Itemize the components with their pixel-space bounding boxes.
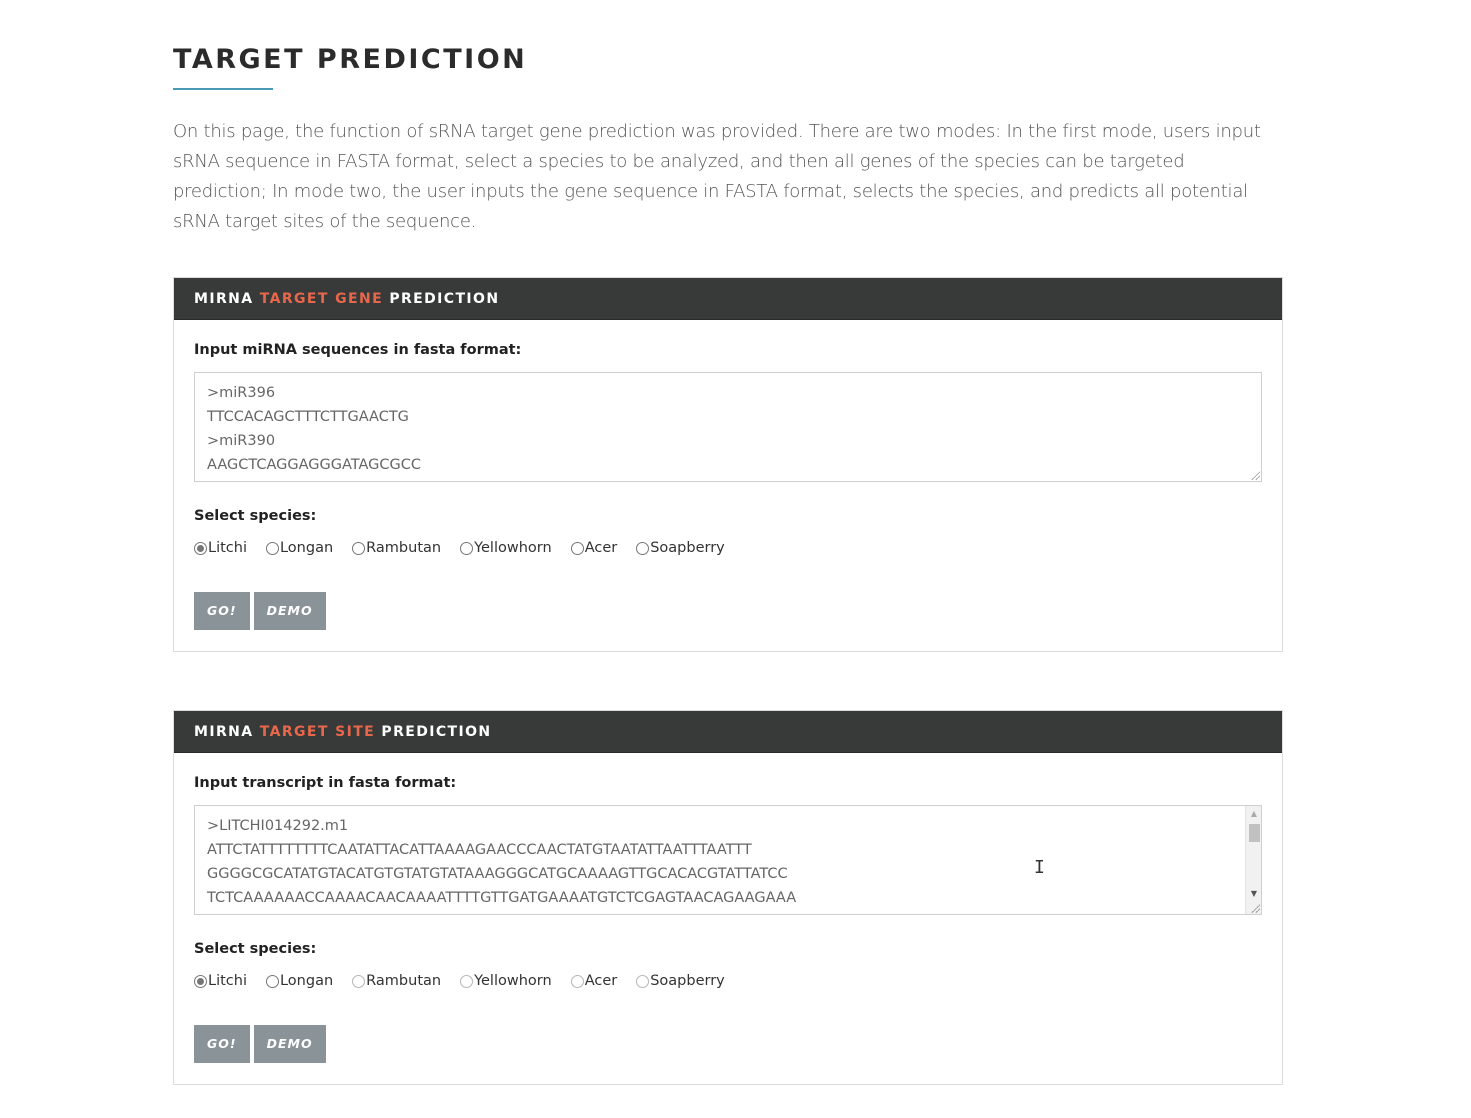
- species-label-text: Soapberry: [650, 540, 725, 556]
- title-underline: [173, 88, 273, 90]
- page-title: TARGET PREDICTION: [173, 44, 528, 75]
- scroll-down-arrow-icon[interactable]: ▼: [1246, 886, 1261, 902]
- species-option-litchi[interactable]: Litchi: [194, 973, 247, 989]
- species-label: Select species:: [194, 941, 317, 957]
- panel-title-accent: TARGET GENE: [259, 291, 384, 307]
- text-cursor-icon: I: [1034, 857, 1045, 878]
- button-row: GO! DEMO: [194, 592, 330, 630]
- species-label-text: Soapberry: [650, 973, 725, 989]
- species-option-soapberry[interactable]: Soapberry: [636, 540, 725, 556]
- intro-text: On this page, the function of sRNA targe…: [173, 121, 1261, 232]
- species-option-yellowhorn[interactable]: Yellowhorn: [460, 540, 552, 556]
- radio-icon[interactable]: [460, 974, 474, 988]
- go-button[interactable]: GO!: [194, 1025, 250, 1063]
- species-option-longan[interactable]: Longan: [265, 540, 334, 556]
- demo-button[interactable]: DEMO: [253, 1025, 326, 1063]
- demo-button[interactable]: DEMO: [253, 592, 326, 630]
- sequence-line: TCTCAAAAAACCAAAACAACAAAATTTTGTTGATGAAAAT…: [207, 890, 797, 906]
- species-label-text: Litchi: [208, 973, 247, 989]
- radio-checked-icon[interactable]: [194, 541, 207, 555]
- species-option-acer[interactable]: Acer: [570, 973, 618, 989]
- species-label-text: Yellowhorn: [474, 540, 552, 556]
- radio-icon[interactable]: [265, 974, 279, 988]
- species-option-soapberry[interactable]: Soapberry: [636, 973, 725, 989]
- target-site-panel: MIRNA TARGET SITE PREDICTION Input trans…: [173, 710, 1283, 1085]
- species-label-text: Litchi: [208, 540, 247, 556]
- species-label-text: Longan: [279, 973, 334, 989]
- species-option-rambutan[interactable]: Rambutan: [352, 973, 441, 989]
- radio-icon[interactable]: [352, 974, 366, 988]
- transcript-sequence-textarea[interactable]: >LITCHI014292.m1 ATTCTATTTTTTTTCAATATTAC…: [194, 805, 1262, 915]
- sequence-line: ATTCTATTTTTTTTCAATATTACATTAAAAGAACCCAACT…: [207, 842, 752, 858]
- sequence-line: >miR390: [207, 433, 276, 449]
- panel-title-accent: TARGET SITE: [259, 724, 376, 740]
- species-option-longan[interactable]: Longan: [265, 973, 334, 989]
- go-button[interactable]: GO!: [194, 592, 250, 630]
- species-option-litchi[interactable]: Litchi: [194, 540, 247, 556]
- radio-icon[interactable]: [570, 541, 584, 555]
- species-label-text: Acer: [584, 540, 618, 556]
- species-radio-group: Litchi Longan Rambutan Yellowhorn Acer S…: [194, 540, 744, 556]
- radio-icon[interactable]: [636, 541, 650, 555]
- sequence-line: AAGCTCAGGAGGGATAGCGCC: [207, 457, 422, 473]
- sequence-line: >miR396: [207, 385, 276, 401]
- species-label-text: Longan: [279, 540, 334, 556]
- scroll-thumb[interactable]: [1249, 824, 1260, 842]
- sequence-line: >LITCHI014292.m1: [207, 818, 349, 834]
- species-option-yellowhorn[interactable]: Yellowhorn: [460, 973, 552, 989]
- sequence-line: GGGGCGCATATGTACATGTGTATGTATAAAGGGCATGCAA…: [207, 866, 788, 882]
- mirna-sequence-textarea[interactable]: >miR396 TTCCACAGCTTTCTTGAACTG >miR390 AA…: [194, 372, 1262, 482]
- sequence-line: TTCCACAGCTTTCTTGAACTG: [207, 409, 409, 425]
- radio-icon[interactable]: [460, 541, 474, 555]
- target-gene-panel: MIRNA TARGET GENE PREDICTION Input miRNA…: [173, 277, 1283, 652]
- species-label-text: Rambutan: [366, 973, 442, 989]
- radio-icon[interactable]: [636, 974, 650, 988]
- button-row: GO! DEMO: [194, 1025, 330, 1063]
- panel-title-suffix: PREDICTION: [381, 724, 492, 740]
- radio-icon[interactable]: [570, 974, 584, 988]
- species-radio-group: Litchi Longan Rambutan Yellowhorn Acer S…: [194, 973, 744, 989]
- species-label-text: Rambutan: [366, 540, 442, 556]
- species-label-text: Yellowhorn: [474, 973, 552, 989]
- panel-header: MIRNA TARGET GENE PREDICTION: [174, 278, 1282, 320]
- species-label: Select species:: [194, 508, 317, 524]
- panel-title-prefix: MIRNA: [194, 724, 254, 740]
- panel-header: MIRNA TARGET SITE PREDICTION: [174, 711, 1282, 753]
- resize-grip-icon[interactable]: [1250, 470, 1260, 480]
- radio-icon[interactable]: [352, 541, 366, 555]
- scroll-up-arrow-icon[interactable]: ▲: [1246, 806, 1261, 822]
- species-label-text: Acer: [584, 973, 618, 989]
- species-option-acer[interactable]: Acer: [570, 540, 618, 556]
- species-option-rambutan[interactable]: Rambutan: [352, 540, 441, 556]
- transcript-input-label: Input transcript in fasta format:: [194, 775, 457, 791]
- resize-grip-icon[interactable]: [1250, 903, 1260, 913]
- panel-title-prefix: MIRNA: [194, 291, 254, 307]
- panel-title-suffix: PREDICTION: [389, 291, 500, 307]
- textarea-scrollbar[interactable]: ▲ ▼: [1245, 806, 1261, 914]
- radio-icon[interactable]: [265, 541, 279, 555]
- mirna-input-label: Input miRNA sequences in fasta format:: [194, 342, 522, 358]
- radio-checked-icon[interactable]: [194, 974, 207, 988]
